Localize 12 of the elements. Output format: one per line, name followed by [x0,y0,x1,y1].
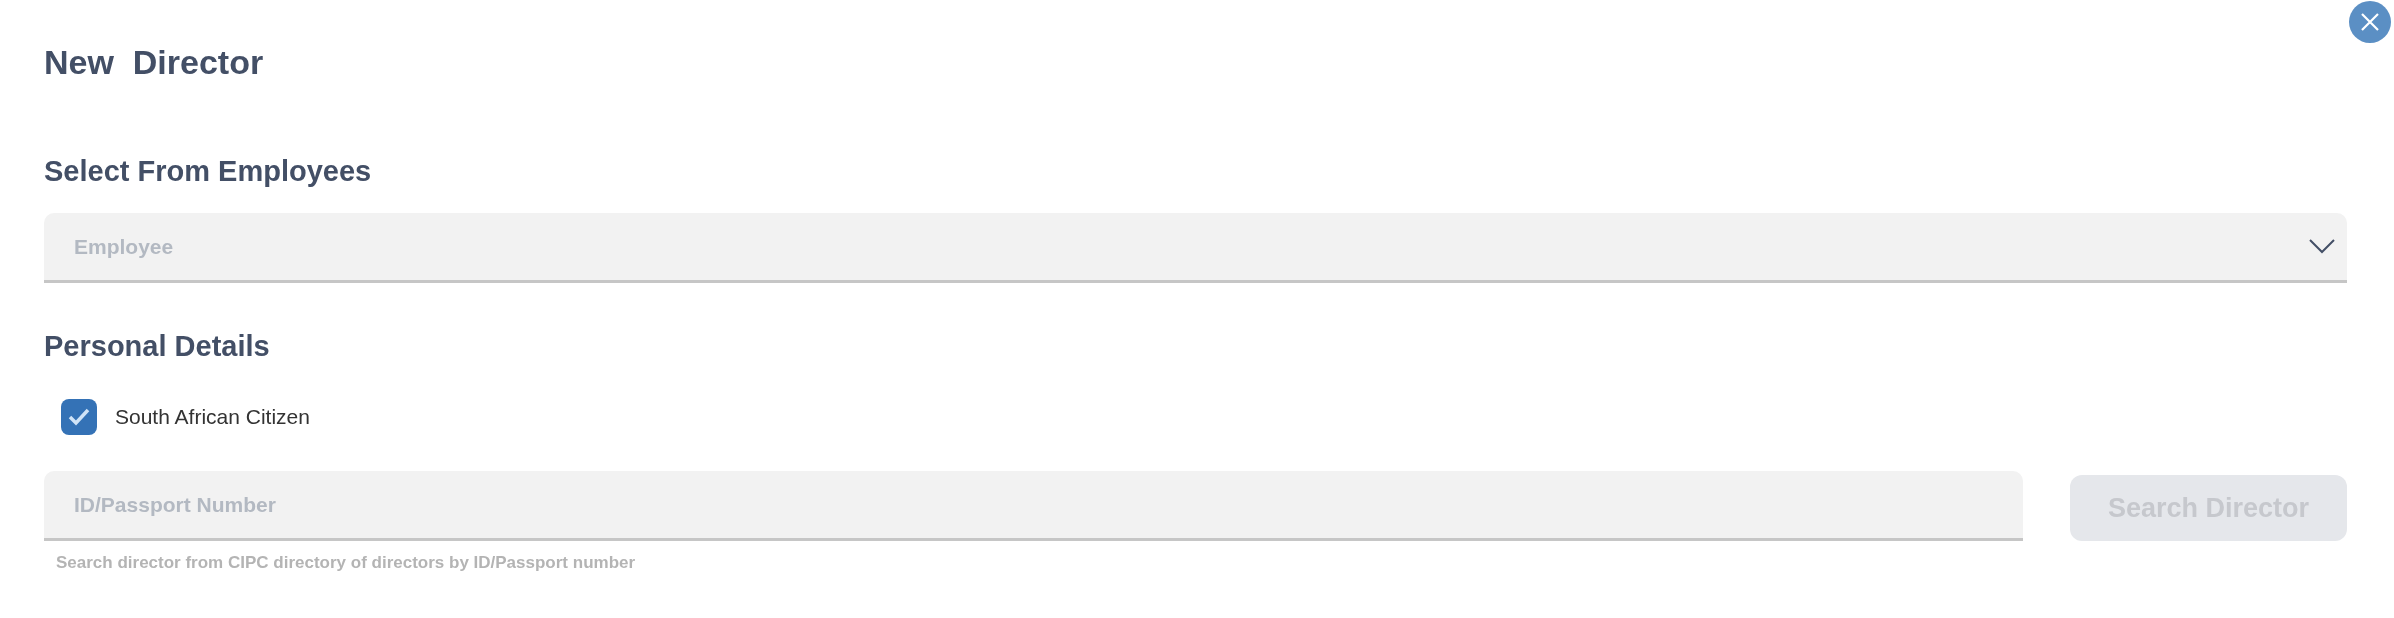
id-passport-field[interactable]: ID/Passport Number [44,471,2023,541]
section-heading: Personal Details [44,329,271,364]
close-icon [2360,12,2380,32]
employee-dropdown[interactable]: Employee [44,213,2347,283]
close-button[interactable] [2349,1,2391,43]
checkbox-label: South African Citizen [115,405,310,429]
dialog-title: New Director [44,42,265,83]
chevron-down-icon [2309,239,2335,254]
section-heading: Select From Employees [44,154,373,189]
checkmark-icon [68,408,90,426]
checkbox[interactable] [61,399,97,435]
field-hint: Search director from CIPC directory of directors by ID/Passport number [56,553,637,573]
